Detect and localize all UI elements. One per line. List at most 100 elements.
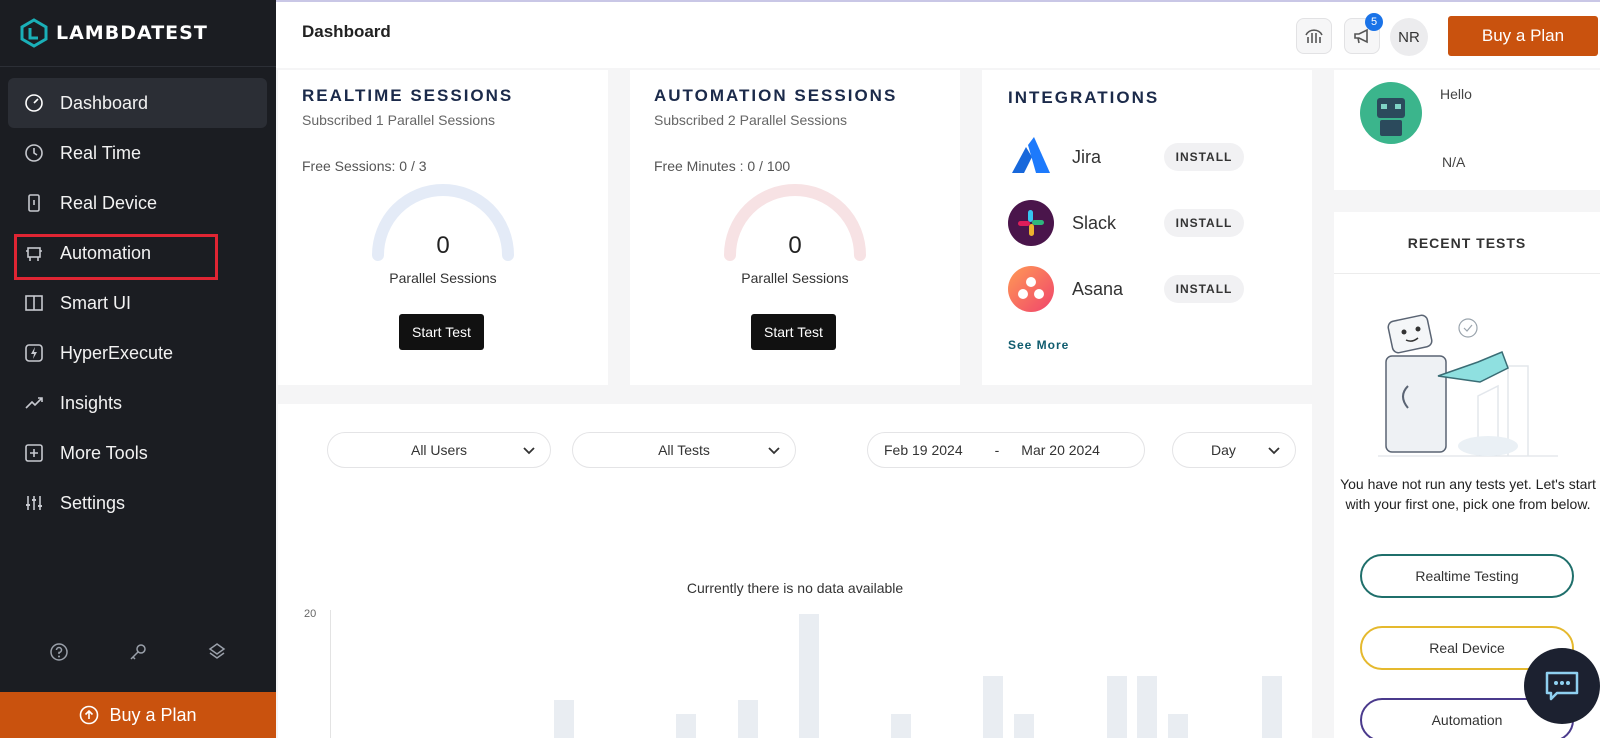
arrow-up-circle-icon (80, 705, 99, 725)
lambdatest-logo-icon (20, 18, 48, 48)
parallel-sessions-label: Parallel Sessions (389, 270, 497, 286)
sidebar-item-more-tools[interactable]: More Tools (8, 428, 267, 478)
see-more-link[interactable]: See More (1008, 338, 1069, 352)
sidebar-buy-plan-button[interactable]: Buy a Plan (0, 692, 276, 738)
chart-bar (799, 614, 819, 738)
date-separator: - (994, 442, 1000, 458)
sidebar-item-label: Insights (60, 392, 123, 413)
install-slack-button[interactable]: INSTALL (1164, 209, 1244, 237)
chart-bar (554, 700, 574, 738)
trend-icon (24, 393, 44, 413)
card-subtitle: Subscribed 2 Parallel Sessions (654, 112, 847, 128)
install-jira-button[interactable]: INSTALL (1164, 143, 1244, 171)
chat-icon (1545, 671, 1579, 701)
sidebar-item-label: Smart UI (60, 292, 132, 313)
layers-icon[interactable] (205, 640, 229, 664)
parallel-sessions-label: Parallel Sessions (741, 270, 849, 286)
chart-bar (1014, 714, 1034, 738)
start-test-button[interactable]: Start Test (399, 314, 484, 350)
realtime-testing-button[interactable]: Realtime Testing (1360, 554, 1574, 598)
integrations-card: INTEGRATIONS Jira INSTALL Slack INSTALL … (982, 70, 1312, 385)
chart-bar (983, 676, 1003, 738)
free-minutes-text: Free Minutes : 0 / 100 (654, 158, 791, 174)
install-asana-button[interactable]: INSTALL (1164, 275, 1244, 303)
broadcast-button[interactable] (1296, 18, 1332, 54)
clock-icon (24, 143, 44, 163)
top-bar: Dashboard 5 NR Buy a Plan (276, 0, 1600, 68)
sidebar-item-hyperexecute[interactable]: HyperExecute (8, 328, 267, 378)
sidebar-item-real-device[interactable]: Real Device (8, 178, 267, 228)
chart-bar (1168, 714, 1188, 738)
card-title: AUTOMATION SESSIONS (654, 86, 898, 105)
chat-widget-button[interactable] (1524, 648, 1600, 724)
panels-icon (24, 293, 44, 313)
tests-dropdown[interactable]: All Tests (572, 432, 796, 468)
chart-bar (891, 714, 911, 738)
sidebar-item-automation[interactable]: Automation (8, 228, 267, 280)
help-icon[interactable] (47, 640, 71, 664)
sidebar-item-settings[interactable]: Settings (8, 478, 267, 528)
user-name: N/A (1442, 154, 1466, 170)
robot-illustration (1378, 314, 1558, 457)
sidebar-nav: Dashboard Real Time Real Device Automati… (8, 78, 267, 528)
integration-name: Slack (1072, 212, 1117, 233)
granularity-dropdown[interactable]: Day (1172, 432, 1296, 468)
card-title: INTEGRATIONS (1008, 88, 1160, 107)
parallel-sessions-value: 0 (436, 232, 450, 259)
integration-name: Jira (1072, 146, 1102, 167)
sidebar-item-label: HyperExecute (60, 342, 174, 363)
sidebar-item-label: Real Device (60, 192, 158, 213)
robot-avatar-icon (1360, 82, 1422, 144)
bolt-icon (24, 343, 44, 363)
lambdatest-logo[interactable]: LAMBDATEST (20, 18, 208, 48)
plus-square-icon (24, 443, 44, 463)
sidebar-item-insights[interactable]: Insights (8, 378, 267, 428)
integration-row-jira: Jira INSTALL (1008, 134, 1244, 180)
start-test-button[interactable]: Start Test (751, 314, 836, 350)
sidebar: LAMBDATEST Dashboard Real Time Real Devi… (0, 0, 276, 738)
sidebar-item-smart-ui[interactable]: Smart UI (8, 278, 267, 328)
users-dropdown[interactable]: All Users (327, 432, 551, 468)
sidebar-item-label: Real Time (60, 142, 142, 163)
parallel-sessions-value: 0 (788, 232, 802, 259)
recent-tests-title: RECENT TESTS (1334, 212, 1600, 274)
chevron-down-icon (768, 447, 780, 455)
sidebar-item-label: More Tools (60, 442, 148, 463)
integration-row-slack: Slack INSTALL (1008, 200, 1244, 246)
y-axis-tick: 20 (304, 608, 317, 620)
announcements-button[interactable]: 5 (1344, 13, 1383, 54)
no-data-message: Currently there is no data available (686, 580, 904, 596)
chart-bar (738, 700, 758, 738)
sidebar-item-label: Dashboard (60, 92, 149, 113)
card-subtitle: Subscribed 1 Parallel Sessions (302, 112, 495, 128)
date-from: Feb 19 2024 (884, 442, 963, 458)
realtime-sessions-card: REALTIME SESSIONS Subscribed 1 Parallel … (278, 70, 608, 385)
granularity-value: Day (1211, 442, 1236, 458)
jira-icon (1012, 137, 1050, 173)
sidebar-item-dashboard[interactable]: Dashboard (8, 78, 267, 128)
page-title: Dashboard (302, 22, 391, 41)
logo-divider (0, 66, 276, 67)
automation-sessions-card: AUTOMATION SESSIONS Subscribed 2 Paralle… (630, 70, 960, 385)
robot-icon (24, 243, 44, 263)
sidebar-item-label: Automation (60, 242, 152, 263)
greeting-text: Hello (1440, 86, 1472, 102)
asana-icon (1008, 266, 1054, 312)
chevron-down-icon (1268, 447, 1280, 455)
key-icon[interactable] (126, 640, 150, 664)
buy-plan-button[interactable]: Buy a Plan (1448, 16, 1598, 56)
sidebar-item-real-time[interactable]: Real Time (8, 128, 267, 178)
notification-badge: 5 (1365, 13, 1383, 31)
phone-icon (24, 193, 44, 213)
integration-name: Asana (1072, 278, 1124, 299)
sidebar-item-label: Settings (60, 492, 126, 513)
date-range-picker[interactable]: Feb 19 2024 - Mar 20 2024 (867, 432, 1145, 468)
broadcast-icon (1305, 29, 1323, 43)
chart-bar (676, 714, 696, 738)
users-dropdown-value: All Users (410, 442, 467, 458)
chart-bar (1137, 676, 1157, 738)
buy-plan-label: Buy a Plan (109, 704, 197, 725)
y-axis-line (330, 610, 331, 738)
date-to: Mar 20 2024 (1021, 442, 1100, 458)
user-avatar[interactable]: NR (1390, 18, 1428, 56)
